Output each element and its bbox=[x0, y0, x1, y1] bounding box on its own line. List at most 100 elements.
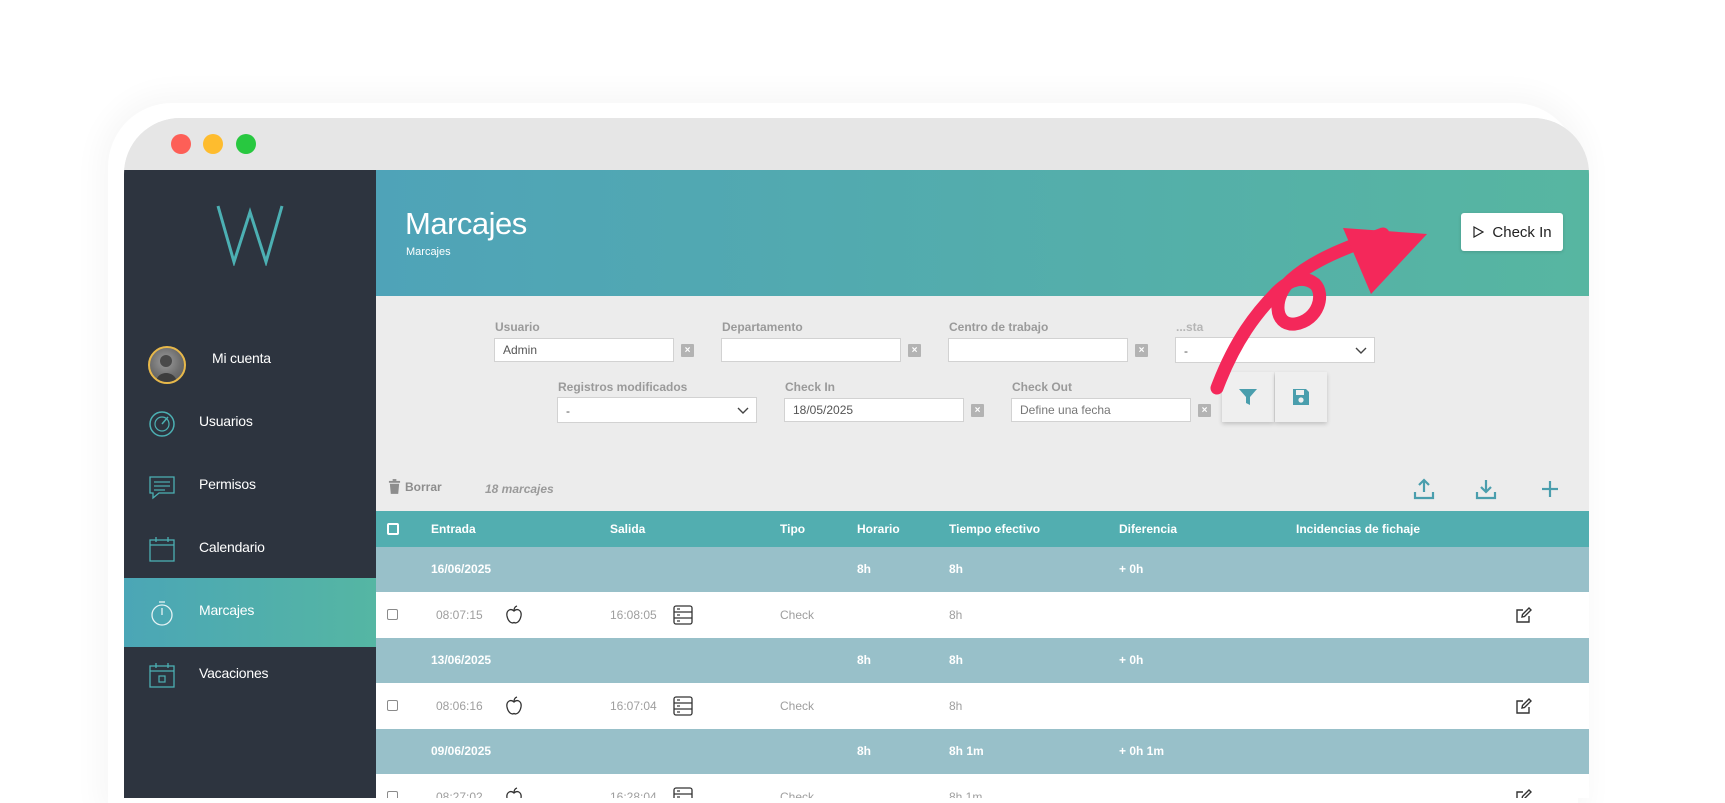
registros-value: - bbox=[566, 404, 570, 418]
clear-checkin-icon[interactable]: × bbox=[971, 404, 984, 417]
avatar bbox=[148, 346, 186, 384]
save-icon bbox=[1293, 389, 1309, 405]
group-diferencia: + 0h bbox=[1119, 653, 1144, 667]
chevron-down-icon bbox=[737, 407, 749, 414]
group-tiempo: 8h bbox=[949, 653, 964, 667]
page-header: Marcajes Marcajes Check In bbox=[376, 170, 1589, 296]
sidebar-item-label: Mi cuenta bbox=[212, 350, 271, 366]
table-header: Entrada Salida Tipo Horario Tiempo efect… bbox=[376, 511, 1589, 547]
sidebar-item-label: Vacaciones bbox=[199, 665, 269, 681]
usuario-input[interactable]: Admin bbox=[494, 338, 674, 362]
table-row[interactable]: 08:07:15 16:08:05 Check 8h bbox=[376, 592, 1589, 638]
edit-icon[interactable] bbox=[1515, 697, 1533, 715]
col-tipo[interactable]: Tipo bbox=[780, 511, 805, 547]
apply-filter-button[interactable] bbox=[1222, 372, 1274, 422]
group-date: 13/06/2025 bbox=[431, 653, 492, 667]
group-diferencia: + 0h 1m bbox=[1119, 744, 1165, 758]
col-incidencias[interactable]: Incidencias de fichaje bbox=[1296, 511, 1420, 547]
departamento-label: Departamento bbox=[722, 320, 803, 334]
date-group-row: 09/06/2025 8h 8h 1m + 0h 1m bbox=[376, 729, 1589, 774]
sidebar-item-mi-cuenta[interactable]: Mi cuenta bbox=[124, 326, 376, 395]
radar-icon bbox=[149, 411, 175, 437]
sidebar-item-permisos[interactable]: Permisos bbox=[124, 452, 376, 521]
sidebar-item-vacaciones[interactable]: Vacaciones bbox=[124, 641, 376, 710]
upload-icon[interactable] bbox=[1412, 477, 1436, 501]
sidebar: Mi cuenta Usuarios Permisos Calendario M… bbox=[124, 170, 376, 798]
close-window-button[interactable] bbox=[171, 134, 191, 154]
col-horario[interactable]: Horario bbox=[857, 511, 900, 547]
checkin-date-input[interactable]: 18/05/2025 bbox=[784, 398, 964, 422]
centro-label: Centro de trabajo bbox=[949, 320, 1049, 334]
filters-panel: Usuario Admin × Departamento × Centro de… bbox=[376, 296, 1589, 466]
group-date: 09/06/2025 bbox=[431, 744, 492, 758]
row-salida: 16:07:04 bbox=[610, 699, 657, 713]
main-content: Marcajes Marcajes Check In Usuario Admin… bbox=[376, 170, 1589, 798]
departamento-input[interactable] bbox=[721, 338, 901, 362]
row-tiempo: 8h bbox=[949, 699, 963, 713]
title-bar bbox=[124, 118, 1589, 170]
cuarto-filter-select[interactable]: - bbox=[1175, 337, 1375, 363]
sidebar-item-label: Usuarios bbox=[199, 413, 253, 429]
check-in-label: Check In bbox=[1492, 223, 1552, 241]
col-entrada[interactable]: Entrada bbox=[431, 511, 476, 547]
breadcrumb[interactable]: Marcajes bbox=[406, 246, 451, 258]
clear-centro-icon[interactable]: × bbox=[1135, 344, 1148, 357]
sidebar-item-marcajes[interactable]: Marcajes bbox=[124, 578, 376, 647]
edit-icon[interactable] bbox=[1515, 788, 1533, 798]
clear-usuario-icon[interactable]: × bbox=[681, 344, 694, 357]
table-row[interactable]: 08:06:16 16:07:04 Check 8h bbox=[376, 683, 1589, 729]
page-title: Marcajes bbox=[405, 206, 527, 241]
server-icon bbox=[673, 605, 693, 625]
sidebar-item-label: Calendario bbox=[199, 539, 265, 555]
check-in-button[interactable]: Check In bbox=[1461, 213, 1563, 251]
stopwatch-icon bbox=[151, 601, 173, 626]
filter-icon bbox=[1239, 389, 1257, 405]
trash-icon bbox=[388, 479, 401, 494]
row-entrada: 08:06:16 bbox=[436, 699, 483, 713]
date-group-row: 13/06/2025 8h 8h + 0h bbox=[376, 638, 1589, 683]
download-icon[interactable] bbox=[1474, 477, 1498, 501]
centro-input[interactable] bbox=[948, 338, 1128, 362]
group-tiempo: 8h 1m bbox=[949, 744, 984, 758]
add-icon[interactable] bbox=[1538, 477, 1562, 501]
group-horario: 8h bbox=[857, 562, 872, 576]
col-tiempo-efectivo[interactable]: Tiempo efectivo bbox=[949, 511, 1040, 547]
col-diferencia[interactable]: Diferencia bbox=[1119, 511, 1177, 547]
row-checkbox[interactable] bbox=[387, 700, 398, 711]
checkout-filter-label: Check Out bbox=[1012, 380, 1073, 394]
clear-checkout-icon[interactable]: × bbox=[1198, 404, 1211, 417]
delete-button[interactable]: Borrar bbox=[388, 479, 442, 494]
sidebar-item-calendario[interactable]: Calendario bbox=[124, 515, 376, 584]
registros-select[interactable]: - bbox=[557, 397, 757, 423]
row-tipo: Check bbox=[780, 608, 815, 622]
apple-icon bbox=[506, 605, 522, 624]
select-all-checkbox[interactable] bbox=[387, 523, 399, 535]
col-salida[interactable]: Salida bbox=[610, 511, 645, 547]
registros-label: Registros modificados bbox=[558, 380, 688, 394]
row-checkbox[interactable] bbox=[387, 609, 398, 620]
row-entrada: 08:07:15 bbox=[436, 608, 483, 622]
maximize-window-button[interactable] bbox=[236, 134, 256, 154]
save-filter-button[interactable] bbox=[1275, 372, 1327, 422]
record-count: 18 marcajes bbox=[485, 482, 554, 496]
row-salida: 16:08:05 bbox=[610, 608, 657, 622]
apple-icon bbox=[506, 696, 522, 715]
minimize-window-button[interactable] bbox=[203, 134, 223, 154]
group-horario: 8h bbox=[857, 653, 872, 667]
edit-icon[interactable] bbox=[1515, 606, 1533, 624]
sidebar-item-usuarios[interactable]: Usuarios bbox=[124, 389, 376, 458]
app-logo-icon[interactable] bbox=[214, 204, 286, 266]
row-checkbox[interactable] bbox=[387, 791, 398, 798]
group-horario: 8h bbox=[857, 744, 872, 758]
server-icon bbox=[673, 696, 693, 716]
row-tipo: Check bbox=[780, 699, 815, 713]
checkout-date-input[interactable]: Define una fecha bbox=[1011, 398, 1191, 422]
server-icon bbox=[673, 787, 693, 798]
message-list-icon bbox=[149, 476, 175, 500]
date-group-row: 16/06/2025 8h 8h + 0h bbox=[376, 547, 1589, 592]
sidebar-item-label: Marcajes bbox=[199, 602, 255, 618]
delete-label: Borrar bbox=[405, 479, 442, 494]
clear-departamento-icon[interactable]: × bbox=[908, 344, 921, 357]
play-icon bbox=[1473, 226, 1485, 238]
group-diferencia: + 0h bbox=[1119, 562, 1144, 576]
